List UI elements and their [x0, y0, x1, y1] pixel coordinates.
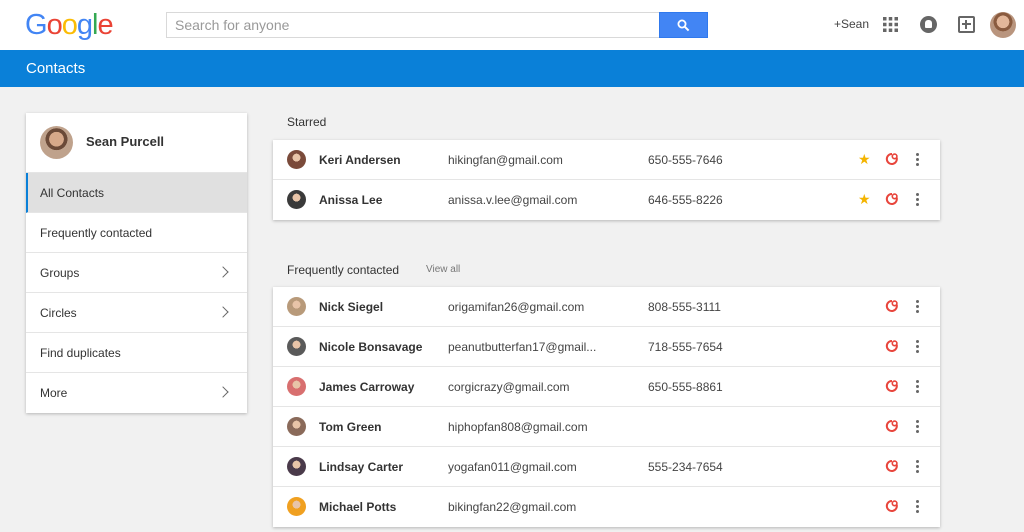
- account-avatar[interactable]: [990, 12, 1016, 38]
- contact-row[interactable]: Lindsay Carter yogafan011@gmail.com 555-23…: [273, 447, 940, 487]
- starred-section-label: Starred: [287, 115, 327, 129]
- chevron-right-icon: [217, 266, 229, 278]
- sidebar-item-label: Frequently contacted: [40, 225, 153, 240]
- contact-email: hikingfan@gmail.com: [448, 153, 563, 167]
- top-bar: Google +Sean: [0, 0, 1024, 50]
- more-vert-icon[interactable]: [916, 153, 919, 166]
- more-vert-icon[interactable]: [916, 340, 919, 353]
- star-icon[interactable]: ★: [858, 192, 871, 206]
- contact-avatar: [287, 297, 306, 316]
- chevron-right-icon: [217, 306, 229, 318]
- search-input[interactable]: [166, 12, 659, 38]
- chevron-right-icon: [217, 386, 229, 398]
- contact-name: Anissa Lee: [319, 193, 383, 207]
- sidebar-item-frequently-contacted[interactable]: Frequently contacted: [26, 213, 247, 253]
- hangouts-icon[interactable]: [885, 299, 899, 313]
- contact-email: peanutbutterfan17@gmail...: [448, 340, 597, 354]
- share-plus-icon[interactable]: [958, 16, 975, 33]
- profile-name: Sean Purcell: [86, 134, 165, 149]
- logo-letter: o: [46, 9, 63, 41]
- profile-header[interactable]: Sean Purcell: [26, 113, 247, 173]
- contact-email: hiphopfan808@gmail.com: [448, 420, 588, 434]
- contact-email: anissa.v.lee@gmail.com: [448, 193, 578, 207]
- contact-phone: 718-555-7654: [648, 340, 723, 354]
- contact-avatar: [287, 190, 306, 209]
- sidebar-item-label: All Contacts: [40, 185, 105, 200]
- google-logo[interactable]: Google: [25, 8, 114, 42]
- view-all-link[interactable]: View all: [426, 264, 460, 275]
- contact-email: bikingfan22@gmail.com: [448, 500, 577, 514]
- contact-avatar: [287, 497, 306, 516]
- more-vert-icon[interactable]: [916, 460, 919, 473]
- logo-letter: g: [76, 9, 93, 41]
- sidebar-item-find-duplicates[interactable]: Find duplicates: [26, 333, 247, 373]
- contact-row[interactable]: James Carroway corgicrazy@gmail.com 650-55…: [273, 367, 940, 407]
- contact-row[interactable]: Keri Andersen hikingfan@gmail.com 650-555-…: [273, 140, 940, 180]
- more-vert-icon[interactable]: [916, 500, 919, 513]
- contact-name: Nicole Bonsavage: [319, 340, 423, 354]
- contact-phone: 650-555-8861: [648, 380, 723, 394]
- contact-phone: 555-234-7654: [648, 460, 723, 474]
- contact-row[interactable]: Nicole Bonsavage peanutbutterfan17@gmail.…: [273, 327, 940, 367]
- page-title: Contacts: [26, 60, 86, 77]
- frequent-contacts-list: Nick Siegel origamifan26@gmail.com 808-555…: [273, 287, 940, 527]
- profile-avatar: [40, 126, 73, 159]
- sidebar-item-all-contacts[interactable]: All Contacts: [26, 173, 247, 213]
- contact-email: origamifan26@gmail.com: [448, 300, 585, 314]
- hangouts-icon[interactable]: [885, 459, 899, 473]
- logo-letter: o: [61, 9, 78, 41]
- contact-row[interactable]: Anissa Lee anissa.v.lee@gmail.com 646-555-…: [273, 180, 940, 220]
- more-vert-icon[interactable]: [916, 300, 919, 313]
- contact-name: Tom Green: [319, 420, 382, 434]
- more-vert-icon[interactable]: [916, 420, 919, 433]
- contact-avatar: [287, 457, 306, 476]
- sidebar-item-circles[interactable]: Circles: [26, 293, 247, 333]
- contact-avatar: [287, 377, 306, 396]
- hangouts-icon[interactable]: [885, 152, 899, 166]
- more-vert-icon[interactable]: [916, 380, 919, 393]
- notifications-icon[interactable]: [920, 16, 937, 33]
- more-vert-icon[interactable]: [916, 193, 919, 206]
- contact-avatar: [287, 337, 306, 356]
- contact-email: corgicrazy@gmail.com: [448, 380, 570, 394]
- hangouts-icon[interactable]: [885, 379, 899, 393]
- sidebar-item-label: Find duplicates: [40, 345, 121, 360]
- plus-user-link[interactable]: +Sean: [834, 17, 869, 31]
- contact-phone: 808-555-3111: [648, 300, 721, 314]
- contact-row[interactable]: Nick Siegel origamifan26@gmail.com 808-555…: [273, 287, 940, 327]
- starred-contacts-list: Keri Andersen hikingfan@gmail.com 650-555-…: [273, 140, 940, 220]
- contact-row[interactable]: Michael Potts bikingfan22@gmail.com: [273, 487, 940, 527]
- contact-avatar: [287, 417, 306, 436]
- frequent-section-label: Frequently contacted: [287, 263, 400, 277]
- sidebar: Sean Purcell All Contacts Frequently con…: [26, 113, 247, 413]
- contact-name: Michael Potts: [319, 500, 397, 514]
- sidebar-item-label: More: [40, 386, 68, 400]
- search-icon: [677, 19, 690, 31]
- contact-name: Keri Andersen: [319, 153, 401, 167]
- logo-letter: G: [25, 9, 48, 41]
- logo-letter: e: [97, 9, 113, 41]
- contact-name: James Carroway: [319, 380, 415, 394]
- app-bar: Contacts: [0, 50, 1024, 87]
- sidebar-item-label: Groups: [40, 265, 80, 280]
- hangouts-icon[interactable]: [885, 499, 899, 513]
- contact-name: Lindsay Carter: [319, 460, 404, 474]
- sidebar-item-groups[interactable]: Groups: [26, 253, 247, 293]
- apps-grid-icon[interactable]: [883, 17, 898, 32]
- contact-avatar: [287, 150, 306, 169]
- sidebar-item-label: Circles: [40, 305, 77, 320]
- contact-phone: 650-555-7646: [648, 153, 723, 167]
- hangouts-icon[interactable]: [885, 419, 899, 433]
- hangouts-icon[interactable]: [885, 339, 899, 353]
- contact-name: Nick Siegel: [319, 300, 384, 314]
- search-button[interactable]: [659, 12, 708, 38]
- contact-row[interactable]: Tom Green hiphopfan808@gmail.com: [273, 407, 940, 447]
- contact-email: yogafan011@gmail.com: [448, 460, 577, 474]
- hangouts-icon[interactable]: [885, 192, 899, 206]
- sidebar-item-more[interactable]: More: [26, 373, 247, 413]
- star-icon[interactable]: ★: [858, 152, 871, 166]
- contact-phone: 646-555-8226: [648, 193, 723, 207]
